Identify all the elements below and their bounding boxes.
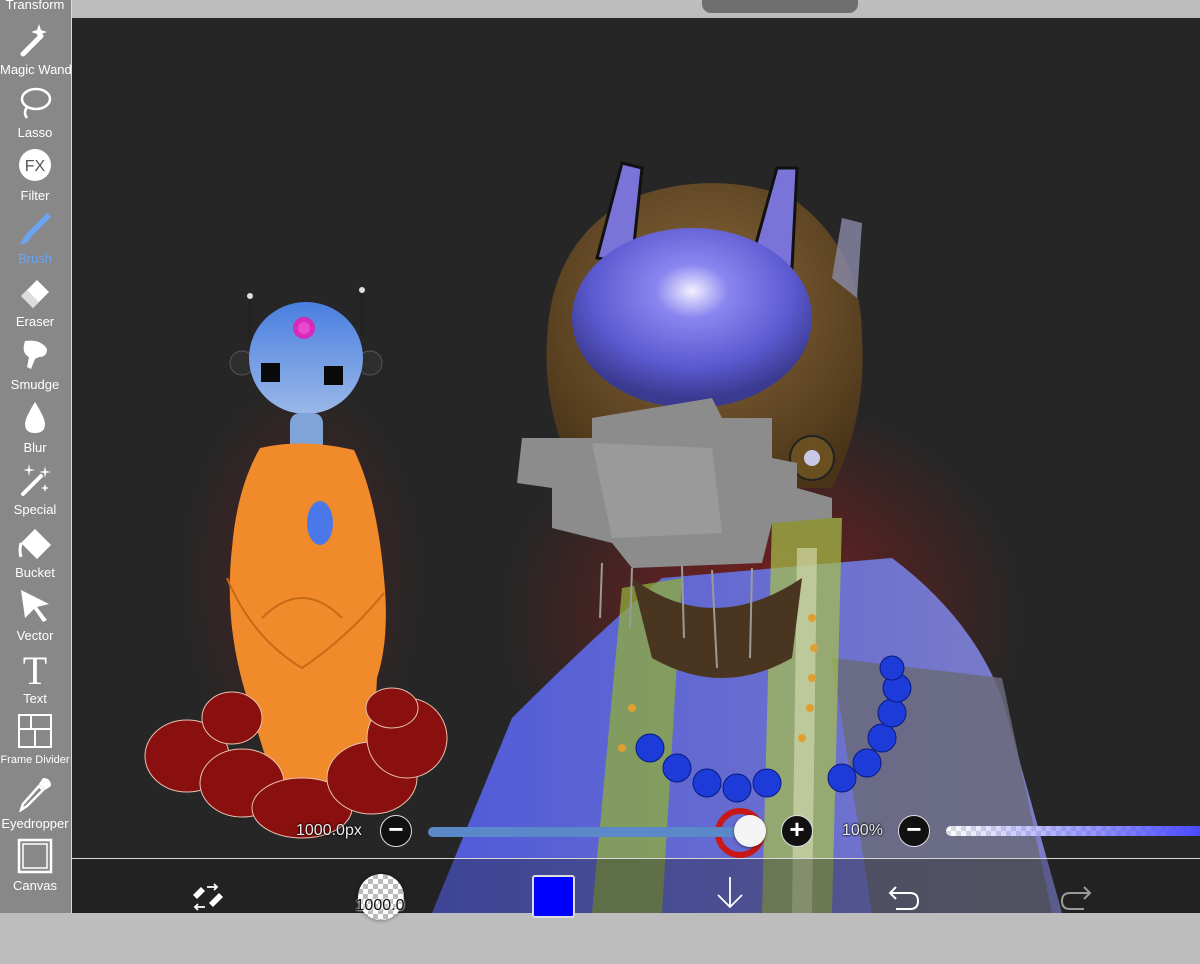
undo-icon [888,886,920,910]
color-swatch[interactable] [532,875,575,918]
tool-canvas[interactable]: Canvas [0,838,70,901]
svg-text:FX: FX [25,158,46,175]
bottom-margin [0,913,1200,964]
special-sparkle-icon [21,464,51,496]
minus-icon: − [388,814,404,844]
canvas-icon [17,838,53,874]
plus-icon: + [789,814,805,844]
tool-label: Bucket [15,565,55,580]
redo-icon [1060,886,1092,910]
tool-label: Eyedropper [1,816,69,831]
lasso-icon [20,87,52,119]
tool-blur[interactable]: Blur [0,400,70,463]
swap-tools-button[interactable] [182,859,232,914]
redo-button[interactable] [1054,859,1098,914]
tool-vector[interactable]: Vector [0,588,70,651]
artwork [144,161,1062,913]
tool-frame-divider[interactable]: Frame Divider [0,713,70,776]
smudge-icon [23,340,47,369]
brush-size-slider-knob[interactable] [734,815,767,847]
tool-transform[interactable]: Transform [0,0,70,12]
brush-size-label: 1000.0px [296,822,362,839]
top-bar [0,0,1200,18]
tool-label: Eraser [15,314,55,329]
brush-icon [20,213,51,245]
tool-filter[interactable]: FX Filter [0,148,70,211]
top-drag-handle[interactable] [702,0,858,13]
download-button[interactable] [708,859,748,914]
tool-label: Brush [18,251,52,266]
tool-label: Smudge [10,377,60,392]
tool-smudge[interactable]: Smudge [0,337,70,400]
bucket-icon [18,529,51,559]
tool-label: Filter [20,188,50,203]
tool-eyedropper[interactable]: Eyedropper [0,776,70,839]
tool-magic-wand[interactable]: Magic Wand [0,22,72,85]
brush-size-slider[interactable] [428,827,760,837]
download-arrow-icon [717,877,743,909]
tool-label: Canvas [12,878,58,893]
tool-label: Vector [16,628,54,643]
tool-eraser[interactable]: Eraser [0,274,70,337]
size-decrease-button[interactable]: − [380,815,412,847]
blur-drop-icon [25,402,45,433]
svg-text:T: T [23,651,47,687]
tool-label: Magic Wand [0,62,72,77]
eraser-icon [21,280,49,308]
tool-bucket[interactable]: Bucket [0,525,70,588]
drawing-canvas[interactable] [72,18,1200,913]
brush-opacity-label: 100% [842,822,883,839]
tool-label: Special [13,502,57,517]
magic-wand-icon [20,24,47,57]
size-increase-button[interactable]: + [781,815,813,847]
fx-filter-icon: FX [19,149,51,181]
brush-size-value: 1000.0 [355,897,405,914]
tool-brush[interactable]: Brush [0,211,70,274]
opacity-decrease-button[interactable]: − [898,815,930,847]
tool-text[interactable]: T Text [0,651,70,714]
swap-tools-icon [193,883,223,911]
eyedropper-icon [19,778,51,812]
frame-divider-icon [18,714,52,748]
tool-label: Blur [23,440,47,455]
app-window: 1000.0px − + 100% − 1000.0 Transform Mag… [0,0,1200,964]
tool-special[interactable]: Special [0,462,70,525]
tool-label: Frame Divider [0,754,70,766]
tool-sidebar: Transform Magic Wand Lasso FX Filter Bru… [0,0,72,913]
tool-label: Text [23,691,47,706]
brush-settings-bar: 1000.0px − + 100% − [290,814,1200,850]
brush-opacity-slider[interactable] [946,826,1200,836]
bottom-toolbar: 1000.0 [72,858,1200,920]
text-icon: T [23,651,47,687]
undo-button[interactable] [880,859,924,914]
tool-label: Lasso [17,125,53,140]
vector-arrow-icon [21,590,49,622]
minus-icon: − [906,814,922,844]
tool-lasso[interactable]: Lasso [0,85,70,148]
